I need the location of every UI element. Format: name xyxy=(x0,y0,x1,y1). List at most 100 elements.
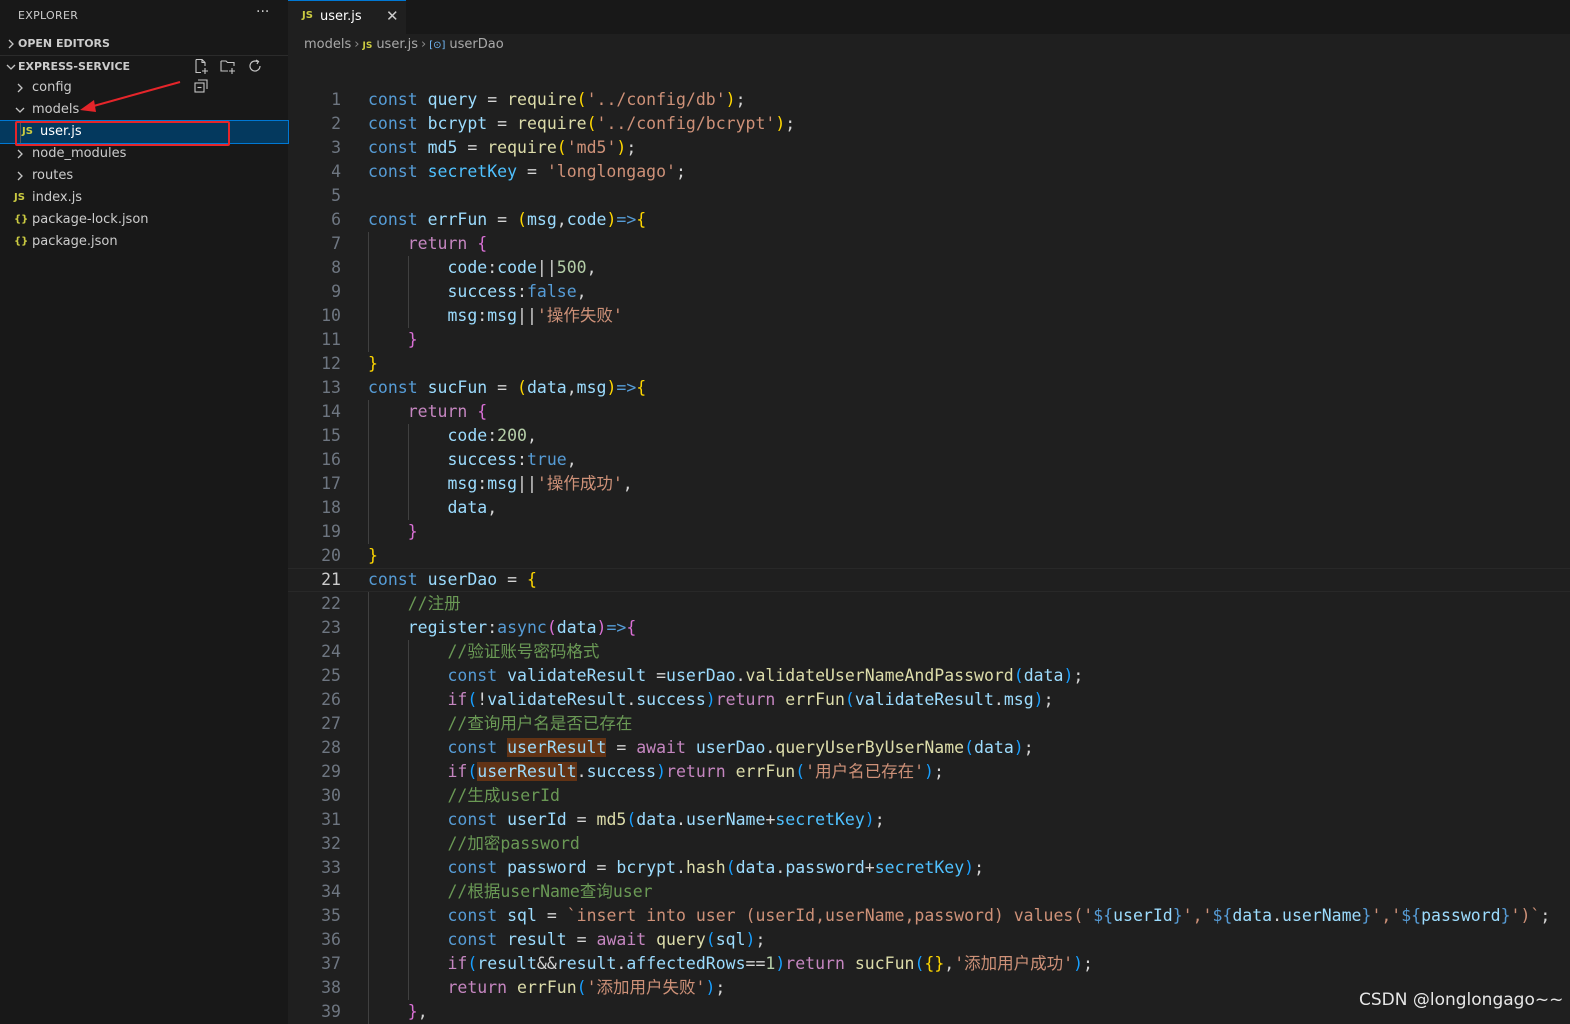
code-line[interactable]: 8 code:code||500, xyxy=(288,256,1570,280)
code-line[interactable]: 17 msg:msg||'操作成功', xyxy=(288,472,1570,496)
line-number: 36 xyxy=(321,930,341,949)
line-number: 32 xyxy=(321,834,341,853)
code-text: //根据userName查询user xyxy=(447,882,653,901)
more-actions-icon[interactable]: ··· xyxy=(256,4,269,20)
code-line[interactable]: 10 msg:msg||'操作失败' xyxy=(288,304,1570,328)
code-line[interactable]: 13 const sucFun = (data,msg)=>{ xyxy=(288,376,1570,400)
code-line[interactable]: 34 //根据userName查询user xyxy=(288,880,1570,904)
code-line[interactable]: 18 data, xyxy=(288,496,1570,520)
code-line[interactable]: 30 //生成userId xyxy=(288,784,1570,808)
annotation-arrow-icon xyxy=(80,81,181,112)
js-file-icon: JS xyxy=(362,41,373,51)
line-number: 39 xyxy=(321,1002,341,1021)
code-line[interactable]: 4 const secretKey = 'longlongago'; xyxy=(288,160,1570,184)
indent-guide xyxy=(407,640,409,1000)
line-number: 16 xyxy=(321,450,341,469)
code-text: if(!validateResult.success)return errFun… xyxy=(447,690,1054,709)
tree-item-label: package-lock.json xyxy=(32,212,149,227)
tree-item-label: models xyxy=(32,102,80,117)
line-number: 22 xyxy=(321,594,341,613)
code-line[interactable]: 22 //注册 xyxy=(288,592,1570,616)
code-line[interactable]: 20} xyxy=(288,544,1570,568)
tree-item-label: config xyxy=(32,80,72,95)
new-file-icon[interactable] xyxy=(193,58,211,76)
tree-item-label: routes xyxy=(32,168,74,183)
line-number: 9 xyxy=(331,282,341,301)
code-line[interactable]: 5 xyxy=(288,184,1570,208)
code-line[interactable]: 37 if(result&&result.affectedRows==1)ret… xyxy=(288,952,1570,976)
refresh-icon[interactable] xyxy=(247,58,265,76)
code-line[interactable]: 2 const bcrypt = require('../config/bcryp… xyxy=(288,112,1570,136)
explorer-title: EXPLORER xyxy=(18,9,79,22)
explorer-sidebar: EXPLORER ··· OPEN EDITORS EXPRESS-SERVIC… xyxy=(0,0,289,1024)
code-line[interactable]: 25 const validateResult =userDao.validat… xyxy=(288,664,1570,688)
code-text: //注册 xyxy=(407,594,461,613)
tab-user-js[interactable]: JS user.js ✕ xyxy=(288,0,406,34)
code-text: code:code||500, xyxy=(447,258,597,277)
new-folder-icon[interactable] xyxy=(220,58,238,76)
code-text: } xyxy=(368,546,378,565)
close-icon[interactable]: ✕ xyxy=(386,7,399,25)
code-line[interactable]: 14 return { xyxy=(288,400,1570,424)
code-line[interactable]: 11 } xyxy=(288,328,1570,352)
tree-item-label: node_modules xyxy=(32,146,127,161)
line-number: 6 xyxy=(331,210,341,229)
breadcrumb-file[interactable]: user.js xyxy=(376,37,418,52)
code-text: const validateResult =userDao.validateUs… xyxy=(447,666,1084,685)
code-line[interactable]: 6 const errFun = (msg,code)=>{ xyxy=(288,208,1570,232)
code-text: const userId = md5(data.userName+secretK… xyxy=(447,810,885,829)
line-number: 10 xyxy=(321,306,341,325)
indent-guide xyxy=(407,256,409,328)
line-number: 37 xyxy=(321,954,341,973)
code-line[interactable]: 27 //查询用户名是否已存在 xyxy=(288,712,1570,736)
code-line[interactable]: 36 const result = await query(sql); xyxy=(288,928,1570,952)
code-text: success:false, xyxy=(447,282,587,301)
code-text: const errFun = (msg,code)=>{ xyxy=(368,210,647,229)
code-line[interactable]: 31 const userId = md5(data.userName+secr… xyxy=(288,808,1570,832)
code-text: const secretKey = 'longlongago'; xyxy=(368,162,686,181)
tree-item[interactable]: {} package-lock.json xyxy=(0,209,288,231)
tree-item[interactable]: node_modules xyxy=(0,143,288,165)
code-line[interactable]: 21 const userDao = { xyxy=(288,568,1570,592)
code-text: success:true, xyxy=(447,450,577,469)
code-line[interactable]: 35 const sql = `insert into user (userId… xyxy=(288,904,1570,928)
code-line[interactable]: 9 success:false, xyxy=(288,280,1570,304)
code-line[interactable]: 16 success:true, xyxy=(288,448,1570,472)
line-number: 20 xyxy=(321,546,341,565)
line-number: 13 xyxy=(321,378,341,397)
line-number: 12 xyxy=(321,354,341,373)
js-file-icon: JS xyxy=(22,126,33,137)
code-line[interactable]: 32 //加密password xyxy=(288,832,1570,856)
code-line[interactable]: 33 const password = bcrypt.hash(data.pas… xyxy=(288,856,1570,880)
code-line[interactable]: 19 } xyxy=(288,520,1570,544)
tree-item-label: package.json xyxy=(32,234,118,249)
code-text: const result = await query(sql); xyxy=(447,930,766,949)
breadcrumb-symbol[interactable]: userDao xyxy=(449,37,503,52)
line-number: 34 xyxy=(321,882,341,901)
code-line[interactable]: 1 const query = require('../config/db'); xyxy=(288,88,1570,112)
code-line[interactable]: 29 if(userResult.success)return errFun('… xyxy=(288,760,1570,784)
line-number: 31 xyxy=(321,810,341,829)
line-number: 4 xyxy=(331,162,341,181)
tree-item[interactable]: JS user.js xyxy=(0,120,289,144)
code-text: } xyxy=(407,330,418,349)
line-number: 27 xyxy=(321,714,341,733)
open-editors-section[interactable]: OPEN EDITORS xyxy=(0,33,288,55)
code-line[interactable]: 3 const md5 = require('md5'); xyxy=(288,136,1570,160)
code-text: msg:msg||'操作失败' xyxy=(447,306,623,325)
line-number: 33 xyxy=(321,858,341,877)
code-line[interactable]: 15 code:200, xyxy=(288,424,1570,448)
code-line[interactable]: 12} xyxy=(288,352,1570,376)
code-line[interactable]: 23 register:async(data)=>{ xyxy=(288,616,1570,640)
code-text: return { xyxy=(407,402,488,421)
code-text: const password = bcrypt.hash(data.passwo… xyxy=(447,858,985,877)
tree-item[interactable]: {} package.json xyxy=(0,231,288,253)
code-line[interactable]: 28 const userResult = await userDao.quer… xyxy=(288,736,1570,760)
code-text: return { xyxy=(407,234,488,253)
code-line[interactable]: 7 return { xyxy=(288,232,1570,256)
tree-item[interactable]: routes xyxy=(0,165,288,187)
code-line[interactable]: 24 //验证账号密码格式 xyxy=(288,640,1570,664)
code-line[interactable]: 26 if(!validateResult.success)return err… xyxy=(288,688,1570,712)
breadcrumb-folder[interactable]: models xyxy=(304,37,351,52)
tree-item[interactable]: JS index.js xyxy=(0,187,288,209)
